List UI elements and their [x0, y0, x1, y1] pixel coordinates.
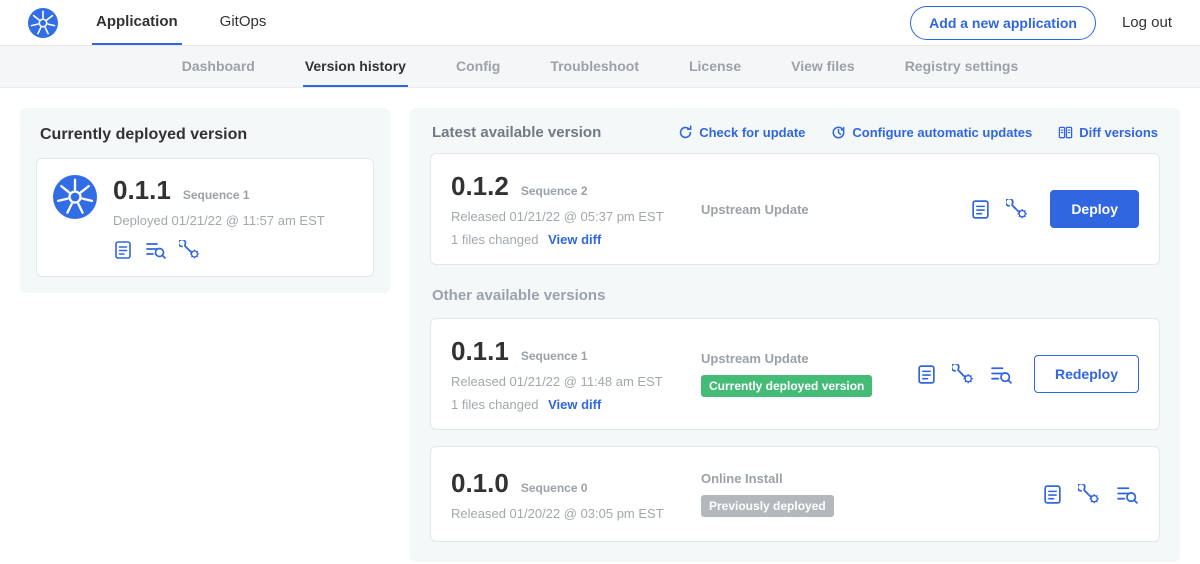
subnav-item-license[interactable]: License [687, 46, 743, 87]
kubernetes-logo-icon [28, 0, 58, 45]
released-timestamp: Released 01/21/22 @ 05:37 pm EST [451, 209, 701, 224]
release-notes-icon[interactable] [1042, 484, 1063, 505]
subnav-label-troubleshoot: Troubleshoot [550, 58, 639, 74]
files-changed-count: 1 files changed [451, 232, 538, 247]
version-source: Upstream Update [701, 351, 904, 366]
add-application-button[interactable]: Add a new application [910, 6, 1096, 40]
tab-application-label: Application [96, 13, 178, 30]
subnav-label-view-files: View files [791, 58, 855, 74]
version-card-0-1-0: 0.1.0 Sequence 0 Released 01/20/22 @ 03:… [430, 446, 1160, 542]
version-info: 0.1.0 Sequence 0 Released 01/20/22 @ 03:… [451, 468, 701, 521]
top-bar-right: Add a new application Log out [910, 0, 1172, 45]
version-info: 0.1.1 Sequence 1 Released 01/21/22 @ 11:… [451, 336, 701, 412]
config-icon[interactable] [179, 240, 201, 260]
subnav-item-config[interactable]: Config [454, 46, 502, 87]
released-timestamp: Released 01/20/22 @ 03:05 pm EST [451, 506, 701, 521]
version-info: 0.1.2 Sequence 2 Released 01/21/22 @ 05:… [451, 171, 701, 247]
currently-deployed-badge: Currently deployed version [701, 375, 872, 397]
top-bar: Application GitOps Add a new application… [0, 0, 1200, 46]
other-versions-title: Other available versions [432, 287, 1160, 304]
check-for-update-link[interactable]: Check for update [678, 125, 805, 140]
subnav-label-config: Config [456, 58, 500, 74]
sequence-label: Sequence 1 [521, 349, 588, 363]
version-source: Online Install [701, 471, 1030, 486]
release-notes-icon[interactable] [113, 240, 133, 260]
configure-automatic-updates-label: Configure automatic updates [852, 125, 1032, 140]
configure-automatic-updates-link[interactable]: Configure automatic updates [831, 125, 1032, 140]
top-tabs: Application GitOps [92, 0, 304, 45]
version-card-0-1-1: 0.1.1 Sequence 1 Released 01/21/22 @ 11:… [430, 318, 1160, 430]
latest-version-panel: Latest available version Check for updat… [410, 108, 1180, 562]
sequence-label: Sequence 0 [521, 481, 588, 495]
version-source-column: Online Install Previously deployed [701, 471, 1042, 517]
version-source-column: Upstream Update [701, 202, 970, 217]
tab-gitops[interactable]: GitOps [216, 0, 271, 45]
tab-gitops-label: GitOps [220, 13, 267, 30]
deployed-version-panel: Currently deployed version [20, 108, 390, 293]
config-icon[interactable] [952, 364, 975, 385]
tab-application[interactable]: Application [92, 0, 182, 45]
redeploy-button[interactable]: Redeploy [1034, 355, 1139, 393]
diff-versions-link[interactable]: Diff versions [1058, 125, 1158, 140]
subnav-item-version-history[interactable]: Version history [303, 46, 408, 87]
subnav-label-dashboard: Dashboard [182, 58, 255, 74]
deployed-timestamp: Deployed 01/21/22 @ 11:57 am EST [113, 213, 325, 228]
version-source-column: Upstream Update Currently deployed versi… [701, 351, 916, 397]
version-number: 0.1.1 [451, 336, 509, 367]
subnav-item-troubleshoot[interactable]: Troubleshoot [548, 46, 641, 87]
subnav-item-dashboard[interactable]: Dashboard [180, 46, 257, 87]
deploy-button[interactable]: Deploy [1050, 190, 1139, 228]
diff-versions-label: Diff versions [1079, 125, 1158, 140]
clock-icon [831, 125, 846, 140]
latest-panel-actions: Check for update Configure automatic upd… [678, 125, 1158, 140]
refresh-icon [678, 125, 693, 140]
check-for-update-label: Check for update [699, 125, 805, 140]
deployed-sequence-label: Sequence 1 [183, 188, 250, 202]
logout-button[interactable]: Log out [1122, 14, 1172, 31]
subnav-item-registry-settings[interactable]: Registry settings [903, 46, 1021, 87]
config-icon[interactable] [1078, 484, 1101, 505]
latest-panel-title: Latest available version [432, 124, 601, 141]
app-logo-icon [53, 175, 97, 260]
version-number: 0.1.0 [451, 468, 509, 499]
version-card-latest: 0.1.2 Sequence 2 Released 01/21/22 @ 05:… [430, 153, 1160, 265]
subnav-item-view-files[interactable]: View files [789, 46, 857, 87]
version-card-actions [1042, 484, 1139, 505]
main-content: Currently deployed version [0, 88, 1200, 564]
preflight-icon[interactable] [990, 364, 1013, 385]
subnav-label-license: License [689, 58, 741, 74]
version-number: 0.1.2 [451, 171, 509, 202]
version-source: Upstream Update [701, 202, 958, 217]
subnav-label-version-history: Version history [305, 58, 406, 74]
deployed-version-info: 0.1.1 Sequence 1 Deployed 01/21/22 @ 11:… [113, 175, 325, 260]
preflight-icon[interactable] [145, 240, 167, 260]
release-notes-icon[interactable] [916, 364, 937, 385]
view-diff-link[interactable]: View diff [548, 232, 601, 247]
deployed-version-card: 0.1.1 Sequence 1 Deployed 01/21/22 @ 11:… [36, 158, 374, 277]
diff-icon [1058, 125, 1073, 140]
app-subnav: Dashboard Version history Config Trouble… [0, 46, 1200, 88]
sequence-label: Sequence 2 [521, 184, 588, 198]
view-diff-link[interactable]: View diff [548, 397, 601, 412]
released-timestamp: Released 01/21/22 @ 11:48 am EST [451, 374, 701, 389]
config-icon[interactable] [1006, 199, 1029, 220]
version-card-actions: Deploy [970, 190, 1139, 228]
deployed-version-number: 0.1.1 [113, 175, 171, 206]
release-notes-icon[interactable] [970, 199, 991, 220]
files-changed-line: 1 files changed View diff [451, 397, 701, 412]
version-card-actions: Redeploy [916, 355, 1139, 393]
deployed-icon-row [113, 240, 325, 260]
deployed-panel-title: Currently deployed version [40, 126, 374, 144]
files-changed-line: 1 files changed View diff [451, 232, 701, 247]
subnav-label-registry-settings: Registry settings [905, 58, 1019, 74]
latest-panel-header: Latest available version Check for updat… [430, 124, 1160, 141]
previously-deployed-badge: Previously deployed [701, 495, 834, 517]
preflight-icon[interactable] [1116, 484, 1139, 505]
files-changed-count: 1 files changed [451, 397, 538, 412]
